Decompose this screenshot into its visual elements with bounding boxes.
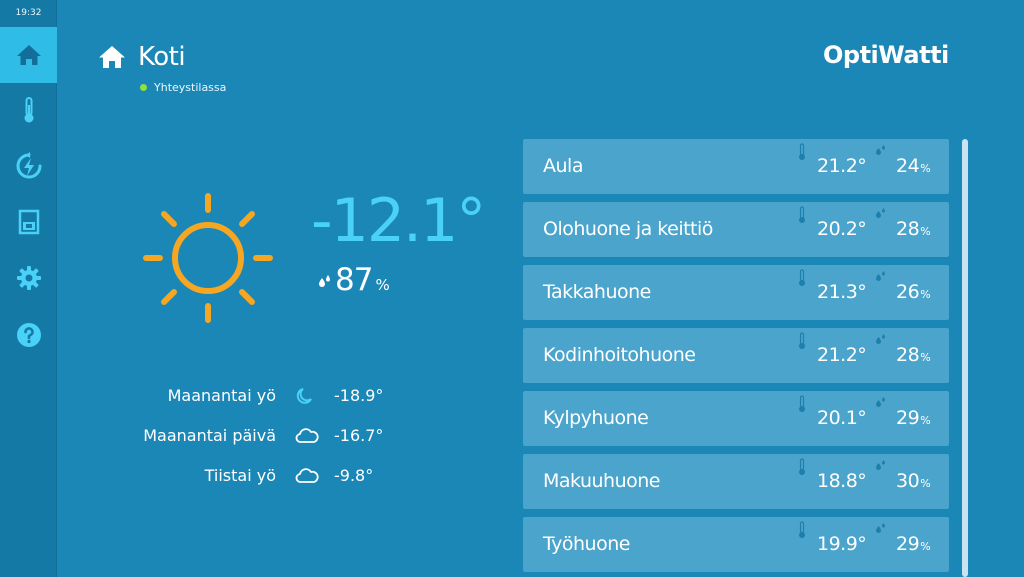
current-humidity: 87 % [318, 262, 390, 298]
forecast-temp: -9.8° [334, 466, 374, 485]
room-temperature: 21.2° [817, 344, 867, 366]
room-name: Kodinhoitohuone [543, 344, 696, 366]
cloud-icon [295, 468, 319, 483]
moon-icon [296, 388, 312, 404]
room-humidity: 29% [896, 391, 931, 448]
room-humidity-value: 28 [896, 218, 920, 240]
nav-home[interactable] [0, 27, 57, 83]
room-temperature: 20.2° [817, 218, 867, 240]
room-humidity-value: 24 [896, 155, 920, 177]
humidity-icon [876, 208, 885, 218]
room-humidity: 26% [896, 265, 931, 322]
room-humidity-unit: % [920, 477, 931, 490]
forecast-label: Maanantai yö [167, 386, 276, 405]
room-humidity: 28% [896, 328, 931, 385]
thermometer-icon [799, 143, 805, 160]
home-icon [16, 45, 41, 65]
nav-energy[interactable] [0, 138, 57, 194]
humidity-icon [876, 145, 885, 155]
thermometer-icon [799, 206, 805, 223]
room-card-makuuhuone[interactable]: Makuuhuone 18.8° 30% [523, 454, 949, 509]
room-card-olohuone[interactable]: Olohuone ja keittiö 20.2° 28% [523, 202, 949, 257]
room-card-aula[interactable]: Aula 21.2° 24% [523, 139, 949, 194]
room-humidity-unit: % [920, 225, 931, 238]
online-dot [140, 84, 147, 91]
room-card-tyohuone[interactable]: Työhuone 19.9° 29% [523, 517, 949, 572]
device-icon [18, 209, 39, 235]
room-humidity-value: 29 [896, 533, 920, 555]
thermometer-icon [799, 395, 805, 412]
help-icon [16, 323, 41, 347]
room-humidity-unit: % [920, 414, 931, 427]
sidebar: 19:32 [0, 0, 57, 577]
thermometer-icon [799, 521, 805, 538]
current-temperature: -12.1° [311, 186, 486, 256]
humidity-icon [876, 523, 885, 533]
thermometer-icon [799, 458, 805, 475]
humidity-icon [876, 271, 885, 281]
humidity-icon [876, 460, 885, 470]
connection-status: Yhteystilassa [140, 81, 226, 94]
room-card-kylpyhuone[interactable]: Kylpyhuone 20.1° 29% [523, 391, 949, 446]
room-name: Kylpyhuone [543, 407, 649, 429]
room-temperature: 21.2° [817, 155, 867, 177]
nav-temperature[interactable] [0, 82, 57, 138]
forecast-temp: -18.9° [334, 386, 384, 405]
cloud-icon [295, 428, 319, 443]
room-humidity: 29% [896, 517, 931, 574]
gear-icon [16, 266, 41, 290]
forecast-row: Maanantai yö -18.9° [0, 382, 420, 410]
current-humidity-unit: % [375, 276, 390, 294]
current-humidity-value: 87 [335, 262, 373, 298]
nav-devices[interactable] [0, 194, 57, 250]
connection-status-text: Yhteystilassa [154, 81, 227, 94]
humidity-icon [876, 334, 885, 344]
room-name: Makuuhuone [543, 470, 660, 492]
forecast-row: Maanantai päivä -16.7° [0, 422, 420, 450]
thermometer-icon [799, 332, 805, 349]
room-temperature: 21.3° [817, 281, 867, 303]
room-card-kodinhoitohuone[interactable]: Kodinhoitohuone 21.2° 28% [523, 328, 949, 383]
nav-settings[interactable] [0, 250, 57, 306]
room-humidity: 24% [896, 139, 931, 196]
room-humidity-value: 29 [896, 407, 920, 429]
thermometer-icon [799, 269, 805, 286]
room-humidity-unit: % [920, 351, 931, 364]
thermometer-icon [24, 97, 33, 123]
room-name: Olohuone ja keittiö [543, 218, 713, 240]
room-name: Työhuone [543, 533, 630, 555]
room-humidity: 30% [896, 454, 931, 511]
room-humidity-unit: % [920, 540, 931, 553]
sun-icon [143, 193, 273, 323]
status-clock: 19:32 [15, 8, 42, 18]
nav-help[interactable] [0, 307, 57, 363]
forecast-label: Maanantai päivä [143, 426, 276, 445]
room-name: Aula [543, 155, 583, 177]
room-list-scrollbar[interactable] [962, 139, 968, 577]
humidity-icon [876, 397, 885, 407]
room-temperature: 18.8° [817, 470, 867, 492]
brand-logo: OptiWatti [823, 41, 949, 69]
page-title: Koti [98, 40, 186, 74]
room-temperature: 20.1° [817, 407, 867, 429]
room-temperature: 19.9° [817, 533, 867, 555]
room-name: Takkahuone [543, 281, 651, 303]
room-card-takkahuone[interactable]: Takkahuone 21.3° 26% [523, 265, 949, 320]
room-humidity-value: 28 [896, 344, 920, 366]
room-humidity-value: 26 [896, 281, 920, 303]
energy-icon [16, 152, 41, 179]
room-humidity: 28% [896, 202, 931, 259]
humidity-icon [319, 275, 330, 287]
room-humidity-unit: % [920, 162, 931, 175]
room-humidity-value: 30 [896, 470, 920, 492]
home-icon [99, 46, 125, 68]
forecast-row: Tiistai yö -9.8° [0, 462, 420, 490]
forecast-label: Tiistai yö [204, 466, 276, 485]
room-humidity-unit: % [920, 288, 931, 301]
forecast-temp: -16.7° [334, 426, 384, 445]
page-title-text: Koti [138, 42, 186, 72]
